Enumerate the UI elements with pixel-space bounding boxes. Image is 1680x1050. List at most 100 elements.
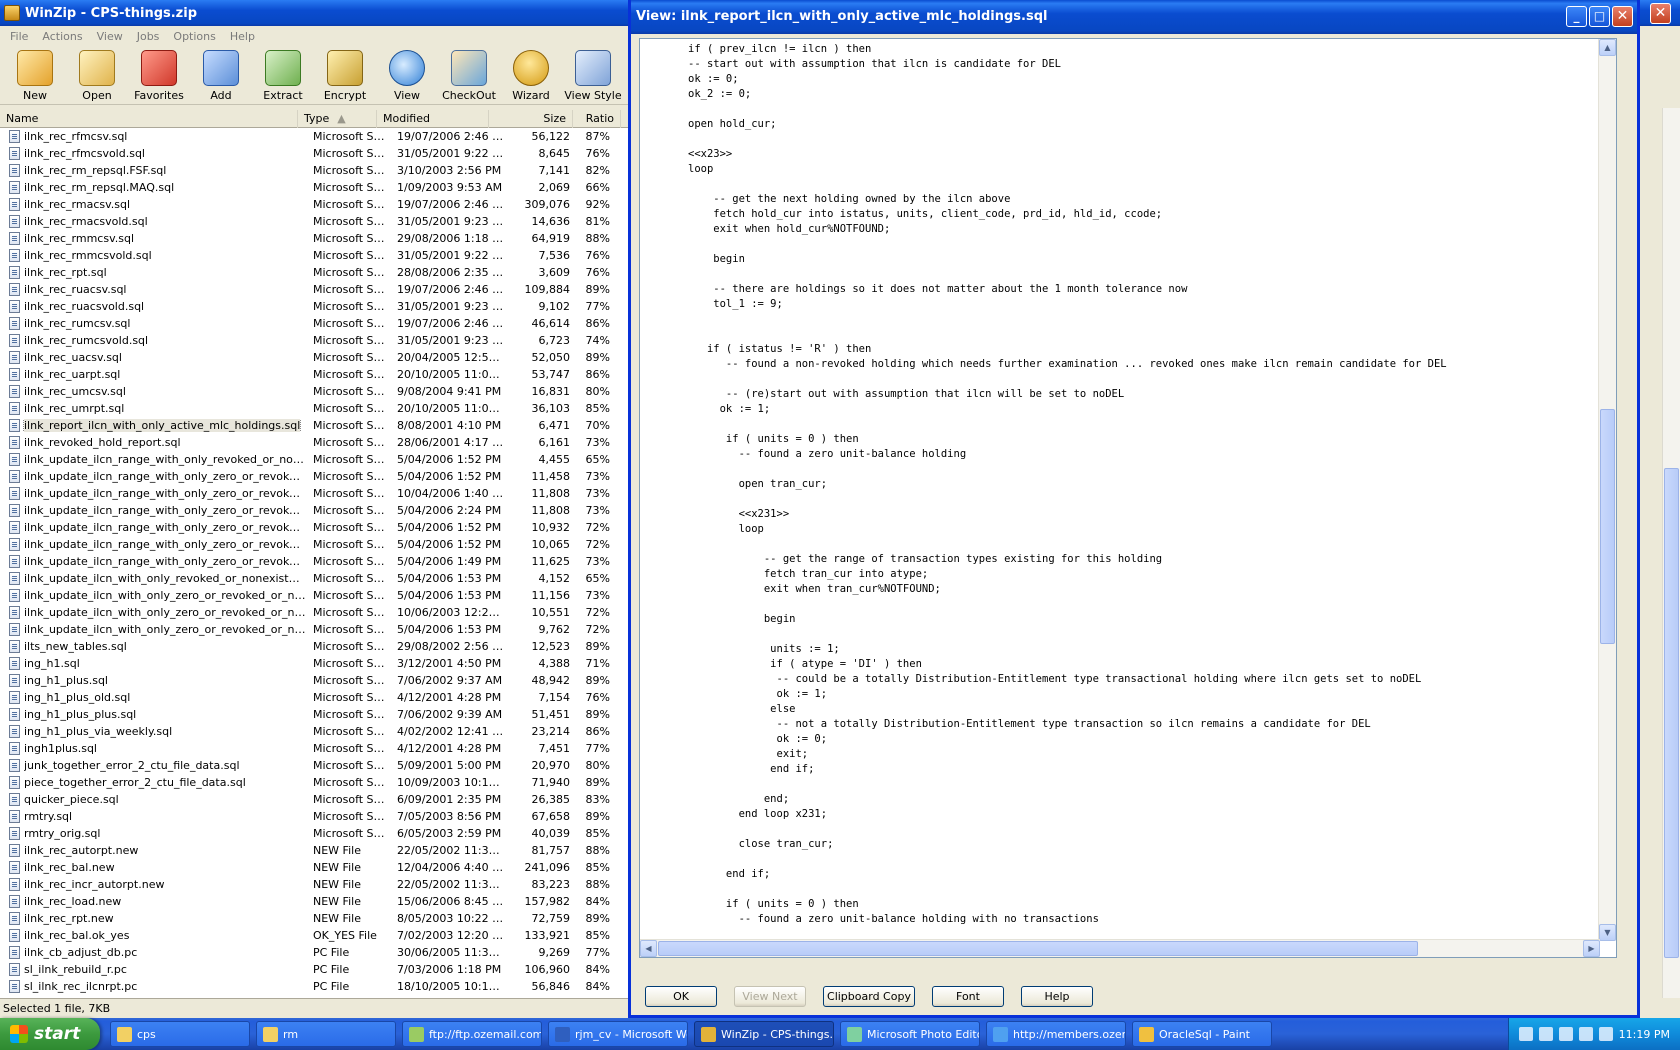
file-row[interactable]: ing_h1_plus.sql Microsoft SQ... 7/06/2002 … bbox=[0, 672, 628, 689]
taskbar-button[interactable]: rjm_cv - Microsoft Word bbox=[548, 1021, 688, 1047]
winzip-titlebar[interactable]: WinZip - CPS-things.zip bbox=[0, 0, 628, 26]
file-row[interactable]: ing_h1.sql Microsoft SQ... 3/12/2001 4:50 … bbox=[0, 655, 628, 672]
clock[interactable]: 11:19 PM bbox=[1619, 1028, 1670, 1041]
taskbar-button[interactable]: ftp://ftp.ozemail.com... bbox=[402, 1021, 542, 1047]
tray-keyboard-icon[interactable] bbox=[1538, 1027, 1553, 1041]
file-row[interactable]: sl_ilnk_rebuild_r.pc PC File 7/03/2006 1:1… bbox=[0, 961, 628, 978]
file-row[interactable]: ing_h1_plus_old.sql Microsoft SQ... 4/12/2… bbox=[0, 689, 628, 706]
file-row[interactable]: ing_h1_plus_via_weekly.sql Microsoft SQ..… bbox=[0, 723, 628, 740]
file-row[interactable]: ilnk_update_ilcn_range_with_only_zero_or… bbox=[0, 502, 628, 519]
file-row[interactable]: ilnk_rec_rfmcsv.sql Microsoft SQ... 19/07/… bbox=[0, 128, 628, 145]
menu-view[interactable]: View bbox=[90, 30, 130, 43]
file-row[interactable]: ilts_new_tables.sql Microsoft SQ... 29/08/… bbox=[0, 638, 628, 655]
file-row[interactable]: ilnk_update_ilcn_range_with_only_zero_or… bbox=[0, 519, 628, 536]
wizard-button[interactable]: Wizard bbox=[500, 46, 562, 104]
menu-jobs[interactable]: Jobs bbox=[130, 30, 167, 43]
menu-actions[interactable]: Actions bbox=[35, 30, 89, 43]
file-row[interactable]: ilnk_rec_rm_repsql.FSF.sql Microsoft SQ..… bbox=[0, 162, 628, 179]
maximize-icon[interactable]: □ bbox=[1589, 6, 1610, 27]
file-row[interactable]: ilnk_rec_autorpt.new NEW File 22/05/2002 1… bbox=[0, 842, 628, 859]
file-row[interactable]: ilnk_rec_incr_autorpt.new NEW File 22/05/2… bbox=[0, 876, 628, 893]
file-row[interactable]: ilnk_rec_rmmcsvold.sql Microsoft SQ... 31/… bbox=[0, 247, 628, 264]
column-header-modified[interactable]: Modified bbox=[377, 110, 489, 128]
view-window-titlebar[interactable]: View: ilnk_report_ilcn_with_only_active_… bbox=[631, 0, 1637, 34]
file-row[interactable]: ilnk_update_ilcn_range_with_only_zero_or… bbox=[0, 468, 628, 485]
file-row[interactable]: ingh1plus.sql Microsoft SQ... 4/12/2001 4:… bbox=[0, 740, 628, 757]
file-row[interactable]: ilnk_update_ilcn_with_only_zero_or_revok… bbox=[0, 621, 628, 638]
background-window-scrollbar[interactable] bbox=[1662, 108, 1680, 998]
file-row[interactable]: ilnk_rec_uarpt.sql Microsoft SQ... 20/10/2… bbox=[0, 366, 628, 383]
file-row[interactable]: ilnk_rec_rumcsv.sql Microsoft SQ... 19/07/… bbox=[0, 315, 628, 332]
scroll-up-icon[interactable]: ▲ bbox=[1599, 39, 1616, 56]
menu-help[interactable]: Help bbox=[223, 30, 262, 43]
file-row[interactable]: ilnk_rec_rpt.sql Microsoft SQ... 28/08/200… bbox=[0, 264, 628, 281]
add-button[interactable]: Add bbox=[190, 46, 252, 104]
file-row[interactable]: ilnk_report_ilcn_with_only_active_mlc_ho… bbox=[0, 417, 628, 434]
view-next-button[interactable]: View Next bbox=[734, 986, 806, 1007]
file-row[interactable]: ilnk_rec_uacsv.sql Microsoft SQ... 20/04/2… bbox=[0, 349, 628, 366]
file-row[interactable]: ing_h1_plus_plus.sql Microsoft SQ... 7/06/… bbox=[0, 706, 628, 723]
file-row[interactable]: quicker_piece.sql Microsoft SQ... 6/09/200… bbox=[0, 791, 628, 808]
file-row[interactable]: ilnk_update_ilcn_with_only_revoked_or_no… bbox=[0, 570, 628, 587]
taskbar-button[interactable]: rm bbox=[256, 1021, 396, 1047]
help-button[interactable]: Help bbox=[1021, 986, 1093, 1007]
file-row[interactable]: ilnk_rec_rumcsvold.sql Microsoft SQ... 31/… bbox=[0, 332, 628, 349]
tray-volume-icon[interactable] bbox=[1598, 1027, 1613, 1041]
file-row[interactable]: sl_ilnk_rec_ilcnrpt.pc PC File 18/10/2005 … bbox=[0, 978, 628, 995]
new-button[interactable]: New bbox=[4, 46, 66, 104]
file-row[interactable]: ilnk_update_ilcn_range_with_only_revoked… bbox=[0, 451, 628, 468]
background-window-scroll-thumb[interactable] bbox=[1664, 468, 1679, 958]
scroll-right-icon[interactable]: ▶ bbox=[1583, 940, 1600, 957]
vertical-scrollbar[interactable]: ▲ ▼ bbox=[1598, 39, 1616, 941]
favorites-button[interactable]: Favorites bbox=[128, 46, 190, 104]
file-row[interactable]: ilnk_rec_ruacsv.sql Microsoft SQ... 19/07/… bbox=[0, 281, 628, 298]
taskbar-button[interactable]: cps bbox=[110, 1021, 250, 1047]
view-button[interactable]: View bbox=[376, 46, 438, 104]
file-row[interactable]: ilnk_cb_adjust_db.pc PC File 30/06/2005 11… bbox=[0, 944, 628, 961]
taskbar-button[interactable]: OracleSql - Paint bbox=[1132, 1021, 1272, 1047]
scroll-down-icon[interactable]: ▼ bbox=[1599, 924, 1616, 941]
file-list[interactable]: ilnk_rec_rfmcsv.sql Microsoft SQ... 19/07/… bbox=[0, 128, 628, 998]
file-row[interactable]: junk_together_error_2_ctu_file_data.sql M… bbox=[0, 757, 628, 774]
file-row[interactable]: ilnk_rec_rfmcsvold.sql Microsoft SQ... 31/… bbox=[0, 145, 628, 162]
file-row[interactable]: ilnk_rec_rm_repsql.MAQ.sql Microsoft SQ..… bbox=[0, 179, 628, 196]
view-style-button[interactable]: View Style bbox=[562, 46, 624, 104]
file-row[interactable]: piece_together_error_2_ctu_file_data.sql… bbox=[0, 774, 628, 791]
checkout-button[interactable]: CheckOut bbox=[438, 46, 500, 104]
scroll-left-icon[interactable]: ◀ bbox=[640, 940, 657, 957]
column-header-size[interactable]: Size bbox=[489, 110, 573, 128]
open-button[interactable]: Open bbox=[66, 46, 128, 104]
file-row[interactable]: ilnk_rec_rpt.new NEW File 8/05/2003 10:22 … bbox=[0, 910, 628, 927]
column-header-name[interactable]: Name bbox=[0, 110, 298, 128]
file-row[interactable]: ilnk_revoked_hold_report.sql Microsoft SQ… bbox=[0, 434, 628, 451]
clipboard-copy-button[interactable]: Clipboard Copy bbox=[823, 986, 915, 1007]
file-row[interactable]: ilnk_rec_umrpt.sql Microsoft SQ... 20/10/2… bbox=[0, 400, 628, 417]
tray-tool-icon[interactable] bbox=[1518, 1027, 1533, 1041]
horizontal-scrollbar[interactable]: ◀ ▶ bbox=[640, 939, 1600, 957]
file-row[interactable]: ilnk_update_ilcn_range_with_only_zero_or… bbox=[0, 485, 628, 502]
encrypt-button[interactable]: Encrypt bbox=[314, 46, 376, 104]
tray-network-icon[interactable] bbox=[1578, 1027, 1593, 1041]
column-header-type[interactable]: Type ▲ bbox=[298, 110, 377, 128]
extract-button[interactable]: Extract bbox=[252, 46, 314, 104]
file-row[interactable]: ilnk_rec_rmacsv.sql Microsoft SQ... 19/07/… bbox=[0, 196, 628, 213]
file-row[interactable]: ilnk_update_ilcn_range_with_only_zero_or… bbox=[0, 536, 628, 553]
column-header-ratio[interactable]: Ratio bbox=[573, 110, 621, 128]
close-icon[interactable]: ✕ bbox=[1612, 6, 1633, 27]
code-viewer[interactable]: if ( prev_ilcn != ilcn ) then -- start o… bbox=[639, 38, 1617, 958]
taskbar-button[interactable]: Microsoft Photo Edito... bbox=[840, 1021, 980, 1047]
file-row[interactable]: rmtry.sql Microsoft SQ... 7/05/2003 8:56 P… bbox=[0, 808, 628, 825]
file-row[interactable]: ilnk_rec_rmmcsv.sql Microsoft SQ... 29/08/… bbox=[0, 230, 628, 247]
background-window-close-icon[interactable]: ✕ bbox=[1650, 3, 1671, 24]
ok-button[interactable]: OK bbox=[645, 986, 717, 1007]
font-button[interactable]: Font bbox=[932, 986, 1004, 1007]
vertical-scroll-thumb[interactable] bbox=[1600, 409, 1615, 644]
minimize-icon[interactable]: _ bbox=[1566, 6, 1587, 27]
taskbar-button[interactable]: http://members.ozem... bbox=[986, 1021, 1126, 1047]
taskbar-button[interactable]: WinZip - CPS-things.zip bbox=[694, 1021, 834, 1047]
file-row[interactable]: rmtry_orig.sql Microsoft SQ... 6/05/2003 2… bbox=[0, 825, 628, 842]
menu-file[interactable]: File bbox=[3, 30, 35, 43]
file-row[interactable]: ilnk_rec_umcsv.sql Microsoft SQ... 9/08/20… bbox=[0, 383, 628, 400]
file-row[interactable]: ilnk_rec_bal.new NEW File 12/04/2006 4:40 … bbox=[0, 859, 628, 876]
menu-options[interactable]: Options bbox=[166, 30, 222, 43]
